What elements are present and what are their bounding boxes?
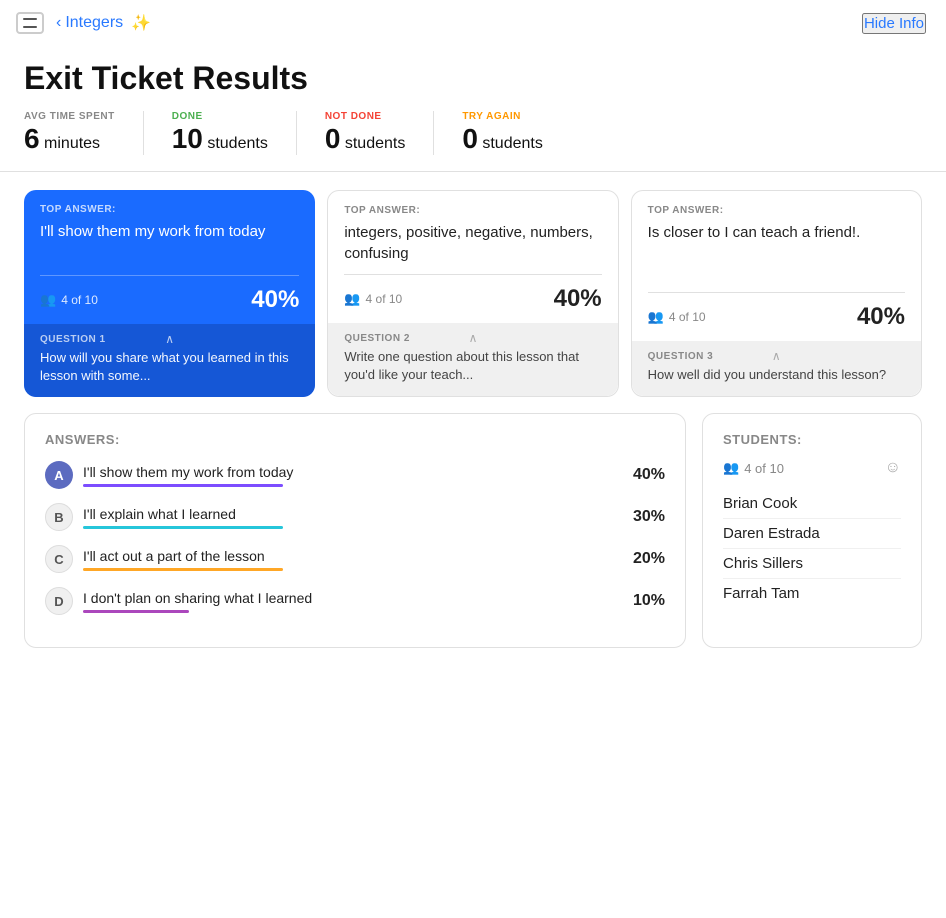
card-2-top: TOP ANSWER: integers, positive, negative… [328, 191, 617, 274]
answer-row-d: D I don't plan on sharing what I learned… [45, 587, 665, 615]
answer-row-a: A I'll show them my work from today 40% [45, 461, 665, 489]
card-2-bottom: ∧ QUESTION 2 Write one question about th… [328, 323, 617, 396]
students-count: 👥 4 of 10 [723, 460, 784, 476]
people-icon-3: 👥 [648, 309, 664, 325]
stat-not-done: NOT DONE 0 students [325, 111, 435, 155]
answers-title: ANSWERS: [45, 432, 665, 447]
stat-label-avg-time: AVG TIME SPENT [24, 111, 115, 122]
students-people-icon: 👥 [723, 460, 739, 476]
card-3-fraction: 👥 4 of 10 [648, 309, 706, 325]
answer-content-b: I'll explain what I learned [83, 506, 615, 529]
card-2-stats: 👥 4 of 10 40% [328, 275, 617, 323]
student-brian: Brian Cook [723, 489, 901, 519]
card-2-q-text: Write one question about this lesson tha… [344, 348, 601, 384]
answer-pct-a: 40% [625, 466, 665, 484]
student-chris: Chris Sillers [723, 549, 901, 579]
question-card-3[interactable]: TOP ANSWER: Is closer to I can teach a f… [631, 190, 922, 397]
page-title-area: Exit Ticket Results [0, 42, 946, 111]
students-title: STUDENTS: [723, 432, 901, 447]
answer-pct-b: 30% [625, 508, 665, 526]
answer-bubble-c: C [45, 545, 73, 573]
page-title: Exit Ticket Results [24, 60, 922, 97]
card-2-pct: 40% [554, 285, 602, 313]
card-3-pct: 40% [857, 303, 905, 331]
question-card-2[interactable]: TOP ANSWER: integers, positive, negative… [327, 190, 618, 397]
card-1-stats: 👥 4 of 10 40% [24, 276, 315, 324]
card-1-q-text: How will you share what you learned in t… [40, 349, 299, 385]
answer-pct-d: 10% [625, 592, 665, 610]
back-label: Integers [65, 14, 123, 32]
card-3-bottom: ∧ QUESTION 3 How well did you understand… [632, 341, 921, 396]
answer-bar-a [83, 484, 283, 487]
question-card-1[interactable]: TOP ANSWER: I'll show them my work from … [24, 190, 315, 397]
answer-row-b: B I'll explain what I learned 30% [45, 503, 665, 531]
card-2-top-label: TOP ANSWER: [344, 205, 601, 216]
answer-bubble-d: D [45, 587, 73, 615]
answer-content-c: I'll act out a part of the lesson [83, 548, 615, 571]
stat-label-try-again: TRY AGAIN [462, 111, 543, 122]
bottom-section: ANSWERS: A I'll show them my work from t… [0, 413, 946, 672]
students-count-text: 4 of 10 [744, 461, 784, 476]
answer-content-d: I don't plan on sharing what I learned [83, 590, 615, 613]
answer-bar-b [83, 526, 283, 529]
answer-text-d: I don't plan on sharing what I learned [83, 590, 615, 606]
answer-bubble-a: A [45, 461, 73, 489]
answers-panel: ANSWERS: A I'll show them my work from t… [24, 413, 686, 648]
answer-bubble-b: B [45, 503, 73, 531]
card-3-top: TOP ANSWER: Is closer to I can teach a f… [632, 191, 921, 292]
card-1-bottom: ∧ QUESTION 1 How will you share what you… [24, 324, 315, 397]
answer-content-a: I'll show them my work from today [83, 464, 615, 487]
stat-avg-time: AVG TIME SPENT 6 minutes [24, 111, 144, 155]
student-daren: Daren Estrada [723, 519, 901, 549]
card-3-q-text: How well did you understand this lesson? [648, 366, 905, 384]
students-panel: STUDENTS: 👥 4 of 10 ☺ Brian Cook Daren E… [702, 413, 922, 648]
student-farrah: Farrah Tam [723, 579, 901, 608]
card-3-answer: Is closer to I can teach a friend!. [648, 222, 905, 243]
back-link[interactable]: ‹ Integers ✨ [56, 13, 151, 33]
stat-value-avg-time: 6 minutes [24, 124, 115, 155]
card-1-pct: 40% [251, 286, 299, 314]
card-1-answer: I'll show them my work from today [40, 221, 299, 242]
answer-bar-c [83, 568, 283, 571]
stat-value-done: 10 students [172, 124, 268, 155]
card-1-top: TOP ANSWER: I'll show them my work from … [24, 190, 315, 275]
people-icon-1: 👥 [40, 292, 56, 308]
stat-done: DONE 10 students [172, 111, 297, 155]
answer-text-a: I'll show them my work from today [83, 464, 615, 480]
questions-section: TOP ANSWER: I'll show them my work from … [0, 172, 946, 413]
sidebar-toggle[interactable] [16, 12, 44, 34]
hide-info-button[interactable]: Hide Info [862, 13, 926, 34]
stats-row: AVG TIME SPENT 6 minutes DONE 10 student… [0, 111, 946, 172]
answer-bar-d [83, 610, 189, 613]
top-nav: ‹ Integers ✨ Hide Info [0, 0, 946, 42]
questions-grid: TOP ANSWER: I'll show them my work from … [24, 190, 922, 397]
students-header: 👥 4 of 10 ☺ [723, 459, 901, 477]
magic-star-icon: ✨ [131, 13, 151, 33]
chevron-up-icon-1: ∧ [165, 332, 174, 346]
back-chevron-icon: ‹ [56, 14, 61, 32]
answer-row-c: C I'll act out a part of the lesson 20% [45, 545, 665, 573]
card-3-top-label: TOP ANSWER: [648, 205, 905, 216]
chevron-up-icon-2: ∧ [469, 331, 478, 345]
nav-left: ‹ Integers ✨ [16, 12, 151, 34]
answer-pct-c: 20% [625, 550, 665, 568]
card-2-answer: integers, positive, negative, numbers, c… [344, 222, 601, 264]
card-2-fraction: 👥 4 of 10 [344, 291, 402, 307]
stat-label-not-done: NOT DONE [325, 111, 406, 122]
stat-label-done: DONE [172, 111, 268, 122]
card-3-stats: 👥 4 of 10 40% [632, 293, 921, 341]
chevron-up-icon-3: ∧ [772, 349, 781, 363]
card-1-fraction: 👥 4 of 10 [40, 292, 98, 308]
people-icon-2: 👥 [344, 291, 360, 307]
card-1-top-label: TOP ANSWER: [40, 204, 299, 215]
smiley-icon[interactable]: ☺ [885, 459, 901, 477]
stat-value-not-done: 0 students [325, 124, 406, 155]
stat-value-try-again: 0 students [462, 124, 543, 155]
answer-text-b: I'll explain what I learned [83, 506, 615, 522]
answer-text-c: I'll act out a part of the lesson [83, 548, 615, 564]
stat-try-again: TRY AGAIN 0 students [462, 111, 571, 155]
